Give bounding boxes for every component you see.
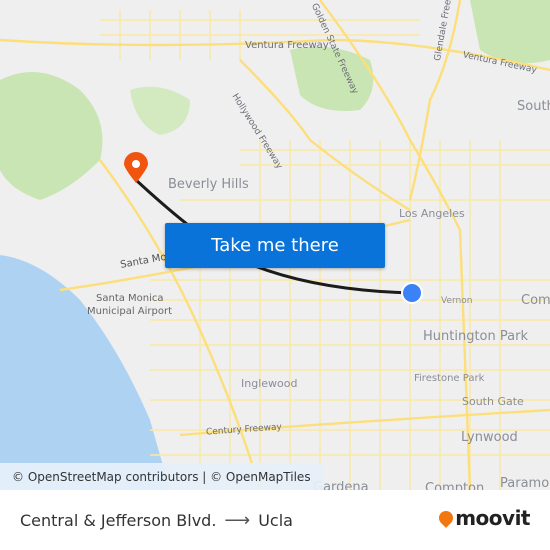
map-label-south-pasadena: South: [517, 99, 550, 114]
footer-bar: Central & Jefferson Blvd. ⟶ Ucla moovit: [0, 490, 550, 550]
map-label-paramount: Paramo: [500, 476, 550, 490]
map-label-vernon: Vernon: [441, 296, 473, 306]
map-label-santa-monica: Santa Monica: [96, 293, 164, 304]
arrow-right-icon: ⟶: [224, 510, 251, 531]
park-area: [0, 72, 103, 200]
destination-pin-icon[interactable]: [124, 152, 148, 183]
brand-name: moovit: [455, 506, 530, 530]
map-view[interactable]: Beverly Hills Los Angeles Santa Moni San…: [0, 0, 550, 490]
map-label-los-angeles: Los Angeles: [399, 207, 465, 220]
ocean: [0, 255, 170, 490]
map-label-commerce: Com: [521, 293, 550, 308]
map-label-beverly-hills: Beverly Hills: [168, 177, 249, 192]
map-attribution[interactable]: © OpenStreetMap contributors | © OpenMap…: [0, 463, 323, 490]
moovit-pin-icon: [436, 508, 457, 528]
map-label-south-gate: South Gate: [462, 395, 524, 408]
route-summary: Central & Jefferson Blvd. ⟶ Ucla: [20, 510, 293, 531]
map-label-compton: Compton: [425, 481, 485, 490]
map-label-airport: Municipal Airport: [87, 306, 173, 317]
destination-name: Ucla: [258, 511, 293, 530]
take-me-there-button[interactable]: Take me there: [165, 223, 385, 268]
map-label-lynwood: Lynwood: [461, 430, 518, 445]
origin-name: Central & Jefferson Blvd.: [20, 511, 217, 530]
origin-marker[interactable]: [401, 282, 423, 304]
map-label-firestone-park: Firestone Park: [414, 373, 485, 384]
map-label-huntington-park: Huntington Park: [423, 329, 528, 344]
map-label-ventura-freeway: Ventura Freeway: [245, 40, 329, 51]
park-area: [130, 86, 190, 135]
moovit-logo[interactable]: moovit: [436, 506, 530, 530]
map-label-inglewood: Inglewood: [241, 377, 298, 390]
